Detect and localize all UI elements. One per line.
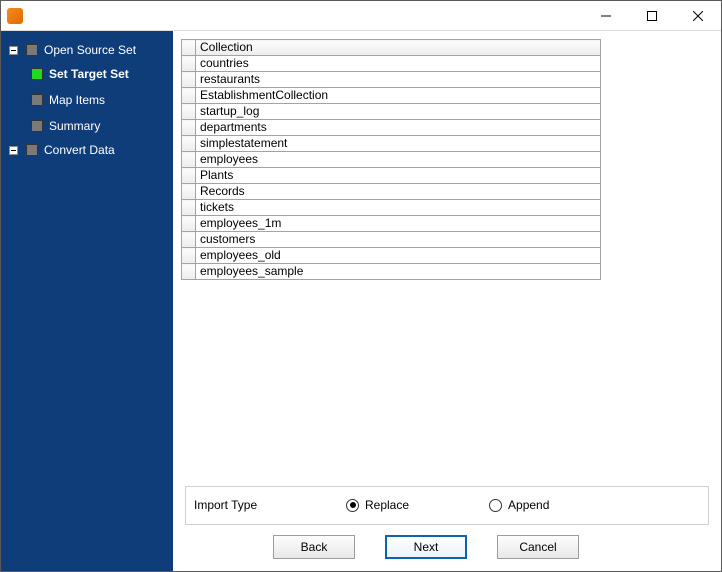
close-button[interactable] [675, 1, 721, 30]
step-box-icon [31, 94, 43, 106]
row-header [182, 184, 196, 200]
table-row[interactable]: EstablishmentCollection [182, 88, 601, 104]
wizard-button-row: Back Next Cancel [173, 525, 721, 571]
table-row[interactable]: countries [182, 56, 601, 72]
back-button[interactable]: Back [273, 535, 355, 559]
cell-collection: EstablishmentCollection [196, 88, 601, 104]
next-button[interactable]: Next [385, 535, 467, 559]
table-row[interactable]: Plants [182, 168, 601, 184]
maximize-button[interactable] [629, 1, 675, 30]
row-header [182, 136, 196, 152]
cell-collection: tickets [196, 200, 601, 216]
step-box-icon [26, 44, 38, 56]
radio-dot-icon [489, 499, 502, 512]
collection-table-wrap[interactable]: Collection countriesrestaurantsEstablish… [181, 39, 713, 480]
table-row[interactable]: employees_old [182, 248, 601, 264]
cell-collection: employees_1m [196, 216, 601, 232]
row-header [182, 104, 196, 120]
cell-collection: Plants [196, 168, 601, 184]
row-header [182, 88, 196, 104]
table-row[interactable]: restaurants [182, 72, 601, 88]
table-row[interactable]: tickets [182, 200, 601, 216]
cell-collection: employees_old [196, 248, 601, 264]
app-icon [7, 8, 23, 24]
table-row[interactable]: employees_sample [182, 264, 601, 280]
cell-collection: employees [196, 152, 601, 168]
step-label: Map Items [49, 93, 105, 107]
cell-collection: countries [196, 56, 601, 72]
table-corner [182, 40, 196, 56]
cell-collection: simplestatement [196, 136, 601, 152]
step-label: Open Source Set [44, 43, 136, 57]
table-row[interactable]: customers [182, 232, 601, 248]
table-row[interactable]: Records [182, 184, 601, 200]
import-type-group: Import Type Replace Append [185, 486, 709, 525]
step-convert-data[interactable]: Convert Data [9, 139, 169, 161]
step-set-target[interactable]: Set Target Set [31, 61, 169, 87]
step-map-items[interactable]: Map Items [31, 87, 169, 113]
table-row[interactable]: employees [182, 152, 601, 168]
table-row[interactable]: startup_log [182, 104, 601, 120]
radio-append[interactable]: Append [489, 498, 549, 512]
row-header [182, 232, 196, 248]
cell-collection: restaurants [196, 72, 601, 88]
collapse-icon[interactable] [9, 146, 18, 155]
row-header [182, 216, 196, 232]
wizard-sidebar: Open Source Set Set Target Set Map Items S… [1, 31, 173, 571]
radio-dot-icon [346, 499, 359, 512]
row-header [182, 72, 196, 88]
main-panel: Collection countriesrestaurantsEstablish… [173, 31, 721, 571]
row-header [182, 264, 196, 280]
step-box-icon [31, 120, 43, 132]
cell-collection: Records [196, 184, 601, 200]
row-header [182, 120, 196, 136]
radio-label: Replace [365, 498, 409, 512]
import-type-label: Import Type [194, 498, 284, 512]
table-row[interactable]: simplestatement [182, 136, 601, 152]
window-controls [583, 1, 721, 30]
cell-collection: customers [196, 232, 601, 248]
step-box-icon [31, 68, 43, 80]
collection-table: Collection countriesrestaurantsEstablish… [181, 39, 601, 280]
row-header [182, 200, 196, 216]
titlebar [1, 1, 721, 31]
row-header [182, 56, 196, 72]
row-header [182, 168, 196, 184]
step-label: Summary [49, 119, 100, 133]
cell-collection: startup_log [196, 104, 601, 120]
row-header [182, 152, 196, 168]
step-label: Convert Data [44, 143, 115, 157]
cell-collection: departments [196, 120, 601, 136]
column-header-collection[interactable]: Collection [196, 40, 601, 56]
wizard-window: Open Source Set Set Target Set Map Items S… [0, 0, 722, 572]
row-header [182, 248, 196, 264]
radio-replace[interactable]: Replace [346, 498, 409, 512]
table-row[interactable]: departments [182, 120, 601, 136]
cancel-button[interactable]: Cancel [497, 535, 579, 559]
step-label: Set Target Set [49, 67, 129, 81]
collapse-icon[interactable] [9, 46, 18, 55]
step-summary[interactable]: Summary [31, 113, 169, 139]
cell-collection: employees_sample [196, 264, 601, 280]
table-row[interactable]: employees_1m [182, 216, 601, 232]
step-open-source-set[interactable]: Open Source Set [9, 39, 169, 61]
minimize-button[interactable] [583, 1, 629, 30]
radio-label: Append [508, 498, 549, 512]
step-box-icon [26, 144, 38, 156]
